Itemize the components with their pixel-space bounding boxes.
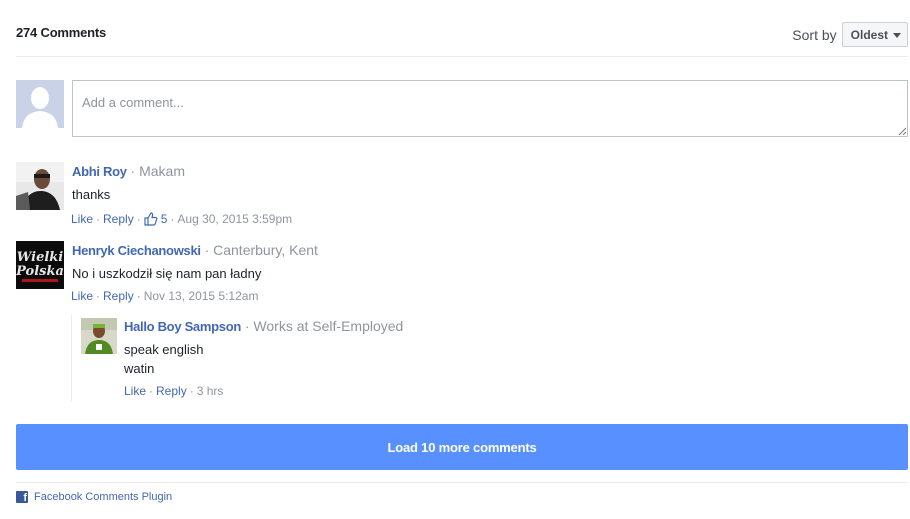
reply-link[interactable]: Reply — [103, 289, 134, 303]
sort-control: Sort by Oldest — [792, 22, 908, 47]
chevron-down-icon — [893, 32, 901, 38]
comments-header: 274 Comments Sort by Oldest — [16, 0, 908, 57]
reply-link[interactable]: Reply — [103, 212, 134, 226]
sort-value: Oldest — [850, 27, 888, 42]
like-link[interactable]: Like — [71, 212, 93, 226]
commenter-location: · Canterbury, Kent — [200, 242, 318, 258]
like-link[interactable]: Like — [124, 384, 146, 398]
comment-count: 274 Comments — [16, 25, 107, 40]
default-avatar-icon — [16, 80, 64, 128]
thumbs-up-icon — [144, 212, 158, 226]
photo-avatar-icon — [16, 162, 64, 210]
replier-name[interactable]: Hallo Boy Sampson — [124, 319, 241, 334]
avatar-text-line: Wielki — [17, 250, 64, 265]
facebook-icon: f — [16, 491, 28, 504]
reply-actions: Like · Reply · 3 hrs — [124, 384, 224, 398]
replier-avatar[interactable] — [81, 318, 117, 354]
avatar-text-line: Polska — [16, 264, 64, 279]
commenter-avatar[interactable]: Wielki Polska — [16, 241, 64, 289]
replier-work: · Works at Self-Employed — [240, 318, 404, 334]
commenter-name[interactable]: Henryk Ciechanowski — [72, 243, 201, 258]
resize-handle-icon[interactable] — [898, 127, 906, 135]
photo-avatar-icon — [81, 318, 117, 354]
comment-text: thanks — [72, 187, 111, 202]
reply-thread-line — [71, 315, 72, 401]
footer-divider — [16, 482, 908, 483]
comment-timestamp[interactable]: Nov 13, 2015 5:12am — [144, 289, 259, 303]
sort-dropdown[interactable]: Oldest — [841, 22, 908, 47]
comment-actions: Like · Reply · Nov 13, 2015 5:12am — [71, 289, 259, 303]
like-count[interactable]: 5 — [144, 212, 168, 226]
like-count-value: 5 — [160, 212, 168, 226]
reply-link[interactable]: Reply — [156, 384, 187, 398]
commenter-avatar[interactable] — [16, 162, 64, 210]
comment-actions: Like · Reply · 5 · Aug 30, 2015 3:59pm — [71, 212, 293, 226]
sort-label: Sort by — [792, 26, 837, 43]
reply-timestamp[interactable]: 3 hrs — [197, 384, 224, 398]
comment-text: No i uszkodził się nam pan ładny — [72, 266, 262, 281]
reply-text-line: speak english — [124, 342, 204, 357]
plugin-footer: f Facebook Comments Plugin — [16, 491, 172, 504]
like-link[interactable]: Like — [71, 289, 93, 303]
comment-input[interactable]: Add a comment... — [72, 80, 908, 137]
reply-text-line: watin — [124, 361, 155, 376]
commenter-location: · Makam — [126, 163, 185, 179]
comment-timestamp[interactable]: Aug 30, 2015 3:59pm — [177, 212, 292, 226]
load-more-button[interactable]: Load 10 more comments — [16, 424, 908, 470]
footer-link[interactable]: Facebook Comments Plugin — [34, 491, 172, 503]
photo-avatar-icon: Wielki Polska — [16, 241, 64, 289]
commenter-name[interactable]: Abhi Roy — [72, 164, 127, 179]
comment-input-placeholder: Add a comment... — [82, 95, 184, 110]
user-avatar — [16, 80, 64, 128]
